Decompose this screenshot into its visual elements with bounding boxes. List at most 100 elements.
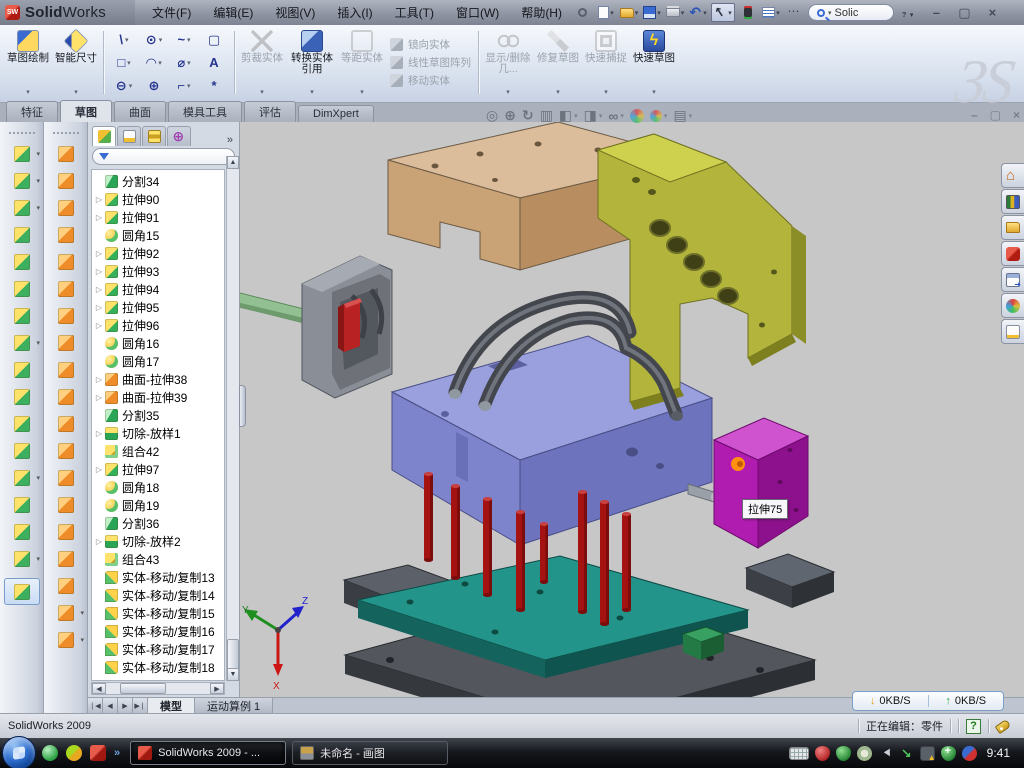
repair-sketch-icon[interactable]: 修复草图 ▾ bbox=[534, 27, 582, 98]
select-cursor-icon[interactable] bbox=[711, 3, 735, 22]
scroll-left-icon[interactable]: ◀ bbox=[92, 683, 106, 694]
search-input[interactable]: ▾ Solic bbox=[808, 4, 894, 21]
rebuild-traffic-light-icon[interactable] bbox=[738, 3, 758, 22]
tree-item[interactable]: 圆角16 bbox=[94, 334, 224, 352]
design-library-icon[interactable] bbox=[1001, 215, 1024, 240]
status-help-icon[interactable]: ? bbox=[966, 719, 981, 734]
antivirus-quick-icon[interactable] bbox=[66, 745, 82, 761]
smart-dimension-icon[interactable]: 智能尺寸 ▾ bbox=[52, 27, 100, 98]
tags-icon[interactable] bbox=[995, 718, 1012, 733]
panel-splitter-handle[interactable] bbox=[239, 385, 246, 427]
network-speed-widget[interactable]: ↓ 0KB/S ↑ 0KB/S bbox=[852, 691, 1004, 711]
display-delete-relations-icon[interactable]: 显示/删除几... ▾ bbox=[482, 27, 534, 98]
move-entities-icon[interactable]: 移动实体 bbox=[390, 73, 471, 88]
download-arrow-icon[interactable] bbox=[899, 746, 914, 761]
tree-item[interactable]: 圆角19 bbox=[94, 496, 224, 514]
menu-item[interactable]: 视图(V) bbox=[266, 1, 324, 24]
tree-item[interactable]: 拉伸93 bbox=[94, 262, 224, 280]
tree-item[interactable]: 切除-放样2 bbox=[94, 532, 224, 550]
tree-item[interactable]: 实体-移动/复制18 bbox=[94, 658, 224, 676]
point-icon[interactable]: * bbox=[199, 74, 229, 97]
rectangle-icon[interactable]: □ bbox=[109, 51, 139, 74]
solidworks-resources-icon[interactable] bbox=[1001, 189, 1024, 214]
tree-item[interactable]: 分割35 bbox=[94, 406, 224, 424]
tree-item[interactable]: 实体-移动/复制13 bbox=[94, 568, 224, 586]
scroll-up-icon[interactable]: ▲ bbox=[227, 156, 239, 169]
rapid-sketch-icon[interactable]: 快速草图 ▾ bbox=[630, 27, 678, 98]
expand-arrow-icon[interactable] bbox=[94, 267, 104, 276]
tree-item[interactable]: 实体-移动/复制15 bbox=[94, 604, 224, 622]
tree-item[interactable]: 实体-移动/复制16 bbox=[94, 622, 224, 640]
tree-item[interactable]: 切除-放样1 bbox=[94, 424, 224, 442]
file-explorer-icon[interactable] bbox=[1001, 241, 1024, 266]
tree-item[interactable]: 实体-移动/复制14 bbox=[94, 586, 224, 604]
expand-arrow-icon[interactable] bbox=[94, 285, 104, 294]
home-icon[interactable] bbox=[1001, 163, 1024, 188]
menu-item[interactable]: 窗口(W) bbox=[447, 1, 508, 24]
menu-item[interactable]: 工具(T) bbox=[386, 1, 443, 24]
expand-arrow-icon[interactable] bbox=[94, 303, 104, 312]
menu-item[interactable]: 帮助(H) bbox=[512, 1, 571, 24]
spline-icon[interactable]: ~ bbox=[169, 28, 199, 51]
undo-icon[interactable] bbox=[688, 3, 708, 22]
tree-item[interactable]: 组合43 bbox=[94, 550, 224, 568]
expand-arrow-icon[interactable] bbox=[94, 537, 104, 546]
tree-item[interactable]: 拉伸92 bbox=[94, 244, 224, 262]
tree-filter-input[interactable] bbox=[92, 148, 235, 165]
taskbar-button[interactable]: 未命名 - 画图 bbox=[292, 741, 448, 765]
scroll-right-icon[interactable]: ▶ bbox=[210, 683, 224, 694]
tab-nav-button[interactable]: ❘◀ bbox=[88, 698, 103, 713]
line-icon[interactable]: \ bbox=[109, 28, 139, 51]
tree-horizontal-scrollbar[interactable]: ◀ ▶ bbox=[91, 682, 225, 695]
tab-nav-button[interactable]: ◀ bbox=[103, 698, 118, 713]
tree-item[interactable]: 组合42 bbox=[94, 442, 224, 460]
tree-item[interactable]: 拉伸90 bbox=[94, 190, 224, 208]
document-tab[interactable]: 运动算例 1 bbox=[195, 698, 273, 713]
sketch-fillet-icon[interactable]: ⌐ bbox=[169, 74, 199, 97]
tree-item[interactable]: 实体-移动/复制17 bbox=[94, 640, 224, 658]
tree-item[interactable]: 拉伸97 bbox=[94, 460, 224, 478]
graphics-area[interactable]: Y Z X ◎ ⊕ ↻ ▥ ◧ ◨ ∞ bbox=[240, 122, 1024, 697]
model-canvas[interactable]: Y Z X bbox=[240, 122, 1024, 697]
linear-sketch-pattern-icon[interactable]: 线性草图阵列 bbox=[390, 55, 471, 70]
dimxpertmanager-tab[interactable] bbox=[167, 126, 191, 146]
featuremanager-tab[interactable] bbox=[92, 126, 116, 146]
options-icon[interactable] bbox=[761, 3, 781, 22]
view-palette-icon[interactable] bbox=[1001, 267, 1024, 292]
tree-vertical-scrollbar[interactable]: ▲ ▼ bbox=[226, 156, 239, 681]
custom-properties-icon[interactable] bbox=[1001, 319, 1024, 344]
security-alert-icon[interactable] bbox=[815, 746, 830, 761]
scrollbar-thumb[interactable] bbox=[120, 683, 166, 694]
convert-entities-icon[interactable]: 转换实体引用 ▾ bbox=[286, 27, 338, 98]
overflow-icon[interactable] bbox=[784, 3, 804, 22]
tree-item[interactable]: 圆角18 bbox=[94, 478, 224, 496]
configurationmanager-tab[interactable] bbox=[142, 126, 166, 146]
expand-arrow-icon[interactable] bbox=[94, 249, 104, 258]
propertymanager-tab[interactable] bbox=[117, 126, 141, 146]
close-button[interactable]: × bbox=[983, 5, 1001, 21]
expand-arrow-icon[interactable] bbox=[94, 429, 104, 438]
badge-ring-icon[interactable] bbox=[857, 746, 872, 761]
tab-nav-button[interactable]: ▶❘ bbox=[133, 698, 148, 713]
tree-item[interactable]: 拉伸94 bbox=[94, 280, 224, 298]
ellipse-icon[interactable]: ⌀ bbox=[169, 51, 199, 74]
messenger-tray-icon[interactable] bbox=[962, 746, 977, 761]
quick-snaps-icon[interactable]: 快速捕捉 ▾ bbox=[582, 27, 630, 98]
circle-icon[interactable]: ⊙ bbox=[139, 28, 169, 51]
save-icon[interactable] bbox=[642, 3, 662, 22]
sketch-icon[interactable]: 草图绘制 ▾ bbox=[4, 27, 52, 98]
solidworks-quick-icon[interactable] bbox=[90, 745, 106, 761]
new-file-icon[interactable] bbox=[596, 3, 616, 22]
menu-item[interactable]: 文件(F) bbox=[143, 1, 200, 24]
tree-item[interactable]: 曲面-拉伸39 bbox=[94, 388, 224, 406]
select-box-icon[interactable]: ▢ bbox=[199, 28, 229, 51]
mirror-entities-icon[interactable]: 镜向实体 bbox=[390, 37, 471, 52]
help-button[interactable]: ? ▾ bbox=[902, 5, 913, 20]
input-keyboard-icon[interactable] bbox=[789, 747, 809, 760]
tree-item[interactable]: 拉伸96 bbox=[94, 316, 224, 334]
network-warning-icon[interactable] bbox=[920, 746, 935, 761]
shield-plus-icon[interactable] bbox=[941, 746, 956, 761]
tree-item[interactable]: 圆角15 bbox=[94, 226, 224, 244]
start-button[interactable] bbox=[2, 736, 36, 768]
taskbar-button[interactable]: SolidWorks 2009 - ... bbox=[130, 741, 286, 765]
